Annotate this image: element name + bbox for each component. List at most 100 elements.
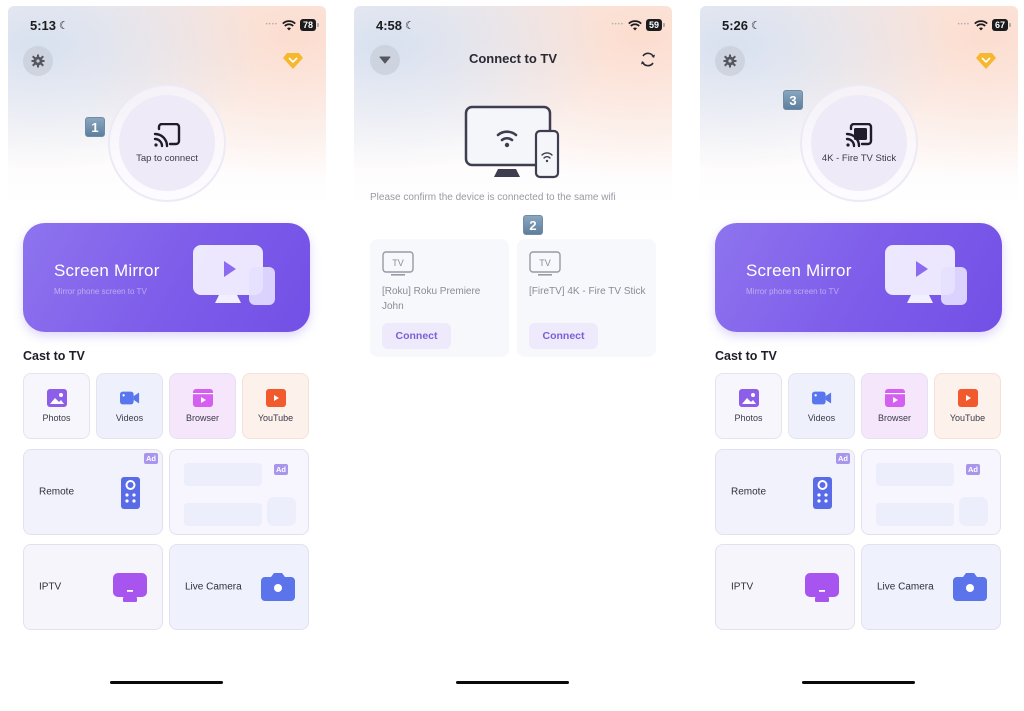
connect-button[interactable]: Connect [529,323,598,349]
connect-button[interactable]: Connect [382,323,451,349]
cast-to-tv-heading: Cast to TV [715,349,777,363]
camera-icon [261,573,295,601]
ad-placeholder [876,463,954,486]
video-camera-icon [119,391,139,405]
premium-gem-icon[interactable] [282,52,304,70]
phone-screen-connect: 4:58 ☾ •••• 59 Connect to TV Please confi… [346,0,680,711]
remote-icon [813,477,832,509]
settings-button[interactable] [715,46,745,76]
live-camera-card[interactable]: Live Camera [861,544,1001,630]
page-title: Connect to TV [468,51,558,66]
step-badge: 1 [85,117,105,137]
moon-icon: ☾ [59,19,69,32]
gear-icon [723,54,737,68]
device-card[interactable]: TV [Roku] Roku Premiere John Connect [370,239,509,357]
connect-status-label: 4K - Fire TV Stick [821,152,897,164]
ad-placeholder [959,497,988,526]
tile-youtube[interactable]: YouTube [934,373,1001,439]
tv-icon [113,573,147,602]
ad-badge: Ad [966,464,980,475]
live-camera-card[interactable]: Live Camera [169,544,309,630]
signal-icon: •••• [957,22,970,28]
step-badge: 2 [523,215,543,235]
ad-placeholder [267,497,296,526]
screen-mirror-card[interactable]: Screen Mirror Mirror phone screen to TV [715,223,1002,332]
cast-to-tv-heading: Cast to TV [23,349,85,363]
camera-icon [953,573,987,601]
tv-outline-icon: TV [529,251,561,276]
remote-icon [121,477,140,509]
remote-card[interactable]: Remote Ad [23,449,163,535]
svg-text:TV: TV [392,258,404,268]
screen-mirror-card[interactable]: Screen Mirror Mirror phone screen to TV [23,223,310,332]
tile-videos[interactable]: Videos [788,373,855,439]
youtube-icon [957,389,978,407]
iptv-card[interactable]: IPTV [23,544,163,630]
tile-browser[interactable]: Browser [861,373,928,439]
connect-ring: 4K - Fire TV Stick [800,84,918,202]
refresh-icon[interactable] [640,51,656,68]
ad-badge: Ad [836,453,850,464]
wifi-icon [282,19,296,30]
status-time: 4:58 ☾ [376,17,415,33]
status-bar: 5:13 ☾ •••• 78 [30,16,320,34]
premium-gem-icon[interactable] [975,52,997,70]
screen-mirror-title: Screen Mirror [54,261,160,280]
browser-icon [884,389,905,407]
tv-phone-wifi-illustration [464,105,560,179]
signal-icon: •••• [611,22,624,28]
home-indicator[interactable] [110,681,223,684]
tile-photos[interactable]: Photos [23,373,90,439]
ad-badge: Ad [144,453,158,464]
status-bar: 5:26 ☾ •••• 67 [722,16,1012,34]
wifi-hint-text: Please confirm the device is connected t… [370,192,616,203]
wifi-icon [974,19,988,30]
device-name: [FireTV] 4K - Fire TV Stick [529,286,646,297]
connect-status-label: Tap to connect [136,152,198,164]
connect-ring: Tap to connect [108,84,226,202]
gear-icon [31,54,45,68]
status-bar: 4:58 ☾ •••• 59 [376,16,666,34]
tv-icon [805,573,839,602]
ad-card[interactable]: Ad [861,449,1001,535]
screen-mirror-illustration [885,245,967,305]
signal-icon: •••• [265,22,278,28]
ad-card[interactable]: Ad [169,449,309,535]
ad-placeholder [184,503,262,526]
remote-card[interactable]: Remote Ad [715,449,855,535]
battery-indicator: 59 [645,19,666,31]
svg-text:TV: TV [539,258,551,268]
tile-videos[interactable]: Videos [96,373,163,439]
video-camera-icon [811,391,831,405]
screen-mirror-subtitle: Mirror phone screen to TV [54,287,147,296]
home-indicator[interactable] [802,681,915,684]
status-time: 5:26 ☾ [722,17,761,33]
status-time: 5:13 ☾ [30,17,69,33]
phone-screen-connected: 5:26 ☾ •••• 67 3 4K - Fire TV Stick Scree… [692,0,1024,711]
tile-browser[interactable]: Browser [169,373,236,439]
screen-mirror-subtitle: Mirror phone screen to TV [746,287,839,296]
step-badge: 3 [783,90,803,110]
ad-placeholder [876,503,954,526]
device-name: [Roku] Roku Premiere John [382,286,481,312]
screen-mirror-title: Screen Mirror [746,261,852,280]
connected-device-button[interactable]: 4K - Fire TV Stick [811,95,907,191]
phone-screen-home: 5:13 ☾ •••• 78 1 Tap to connect Screen Mi… [0,0,334,711]
tap-to-connect-button[interactable]: Tap to connect [119,95,215,191]
battery-indicator: 67 [991,19,1012,31]
battery-indicator: 78 [299,19,320,31]
photos-icon [738,389,759,407]
tile-youtube[interactable]: YouTube [242,373,309,439]
device-card[interactable]: TV [FireTV] 4K - Fire TV Stick Connect [517,239,656,357]
settings-button[interactable] [23,46,53,76]
youtube-icon [265,389,286,407]
iptv-card[interactable]: IPTV [715,544,855,630]
home-indicator[interactable] [456,681,569,684]
tile-photos[interactable]: Photos [715,373,782,439]
wifi-icon [628,19,642,30]
moon-icon: ☾ [751,19,761,32]
photos-icon [46,389,67,407]
tv-outline-icon: TV [382,251,414,276]
ad-badge: Ad [274,464,288,475]
moon-icon: ☾ [405,19,415,32]
